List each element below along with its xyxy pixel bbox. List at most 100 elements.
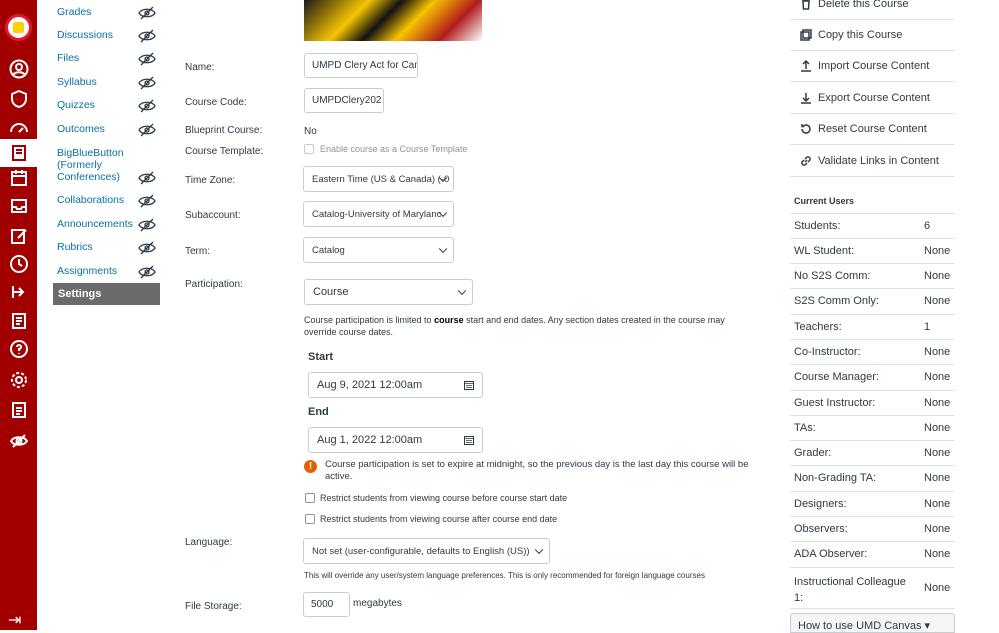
copy-course-label: Copy this Course	[818, 29, 903, 41]
course-nav-settings[interactable]: Settings	[53, 283, 160, 305]
file-storage-label: File Storage:	[185, 601, 242, 612]
admin-icon[interactable]	[0, 85, 37, 113]
export-content-link[interactable]: Export Course Content	[790, 83, 955, 114]
hidden-eye-icon	[138, 99, 156, 113]
link-icon	[801, 156, 811, 166]
hidden-eye-icon	[138, 194, 156, 208]
settings-gear-icon[interactable]	[0, 366, 37, 394]
logout-icon[interactable]	[0, 278, 37, 306]
file-storage-input[interactable]: 5000	[303, 592, 350, 617]
delete-course-link[interactable]: Delete this Course	[790, 0, 955, 20]
collapse-nav-icon[interactable]: ⇥	[8, 610, 21, 630]
end-date-value: Aug 1, 2022 12:00am	[317, 434, 423, 446]
language-label: Language:	[185, 537, 233, 548]
user-count: None	[924, 582, 951, 594]
calendar-icon[interactable]	[0, 164, 37, 192]
user-row: Instructional Colleague 1: None	[790, 567, 955, 609]
user-role: WL Student:	[794, 245, 855, 257]
blueprint-value: No	[304, 126, 317, 137]
reset-content-link[interactable]: Reset Course Content	[790, 114, 955, 145]
language-select[interactable]: Not set (user-configurable, defaults to …	[303, 538, 550, 564]
umd-logo[interactable]	[5, 14, 32, 41]
timezone-select[interactable]: Eastern Time (US & Canada) (-0	[303, 166, 454, 192]
edit-icon[interactable]	[0, 222, 37, 250]
user-role: Designers:	[794, 498, 847, 510]
user-count: None	[924, 447, 951, 459]
user-row: S2S Comm Only: None	[790, 288, 955, 314]
how-to-dropdown[interactable]: How to use UMD Canvas ▾	[790, 613, 955, 633]
reset-content-label: Reset Course Content	[818, 123, 927, 135]
course-code-input[interactable]: UMPDClery202	[304, 88, 384, 113]
subaccount-select[interactable]: Catalog-University of Marylanc	[303, 201, 454, 227]
start-date-input[interactable]: Aug 9, 2021 12:00am	[308, 372, 483, 398]
user-row: Guest Instructor: None	[790, 390, 955, 415]
current-users-title: Current Users	[794, 196, 855, 206]
copy-course-link[interactable]: Copy this Course	[790, 20, 955, 51]
upload-icon	[801, 60, 811, 72]
end-label: End	[308, 406, 329, 418]
hidden-eye-icon	[138, 76, 156, 90]
course-nav-bigbluebutton[interactable]: BigBlueButton (Formerly Conferences)	[57, 147, 127, 183]
hidden-eye-icon	[138, 6, 156, 20]
user-role: Observers:	[794, 523, 848, 535]
timezone-label: Time Zone:	[185, 175, 236, 186]
global-nav: ⇥	[0, 0, 37, 630]
course-name-input[interactable]: UMPD Clery Act for Can	[304, 53, 418, 78]
user-count: None	[924, 245, 951, 257]
file-storage-unit: megabytes	[353, 598, 402, 609]
language-note: This will override any user/system langu…	[304, 571, 705, 580]
history-icon[interactable]	[0, 250, 37, 278]
user-row: ADA Observer: None	[790, 541, 955, 567]
commons-icon[interactable]	[0, 307, 37, 335]
hidden-eye-icon	[138, 123, 156, 137]
user-row: Students: 6	[790, 213, 955, 238]
name-label: Name:	[185, 62, 215, 73]
validate-links-link[interactable]: Validate Links in Content	[790, 146, 955, 177]
hidden-eye-icon	[138, 241, 156, 255]
user-count: None	[924, 472, 951, 484]
user-role: Students:	[794, 220, 841, 232]
user-row: Designers: None	[790, 491, 955, 516]
end-date-input[interactable]: Aug 1, 2022 12:00am	[308, 427, 483, 453]
calendar-icon[interactable]	[464, 435, 474, 445]
hidden-eye-icon	[138, 29, 156, 43]
course-image[interactable]	[304, 0, 482, 41]
restrict-before-checkbox[interactable]	[305, 493, 315, 503]
start-label: Start	[308, 351, 334, 363]
import-content-label: Import Course Content	[818, 60, 930, 72]
dashboard-icon[interactable]	[0, 114, 37, 142]
calendar-icon[interactable]	[464, 380, 474, 390]
validate-links-label: Validate Links in Content	[818, 155, 939, 167]
account-icon[interactable]	[0, 55, 37, 83]
reset-icon	[801, 124, 811, 134]
restrict-after-checkbox[interactable]	[305, 514, 315, 524]
user-role: S2S Comm Only:	[794, 295, 879, 307]
term-select[interactable]: Catalog	[303, 237, 454, 263]
user-role: ADA Observer:	[794, 548, 868, 560]
export-content-label: Export Course Content	[818, 92, 930, 104]
start-date-value: Aug 9, 2021 12:00am	[317, 379, 423, 391]
user-row: TAs: None	[790, 415, 955, 440]
user-role: Grader:	[794, 447, 832, 459]
template-checkbox[interactable]	[304, 144, 314, 154]
participation-label: Participation:	[185, 279, 243, 290]
help-icon[interactable]	[0, 335, 37, 363]
inbox-icon[interactable]	[0, 192, 37, 220]
participation-select[interactable]: Course	[304, 279, 473, 305]
participation-note: Course participation is limited to cours…	[304, 315, 725, 337]
import-content-link[interactable]: Import Course Content	[790, 51, 955, 82]
user-role: Course Manager:	[794, 371, 879, 383]
hidden-eye-icon[interactable]	[0, 427, 37, 455]
user-row: No S2S Comm: None	[790, 263, 955, 288]
user-row: Grader: None	[790, 440, 955, 465]
delete-course-label: Delete this Course	[818, 0, 909, 10]
courses-icon[interactable]	[0, 139, 37, 167]
template-label: Course Template:	[185, 146, 264, 157]
user-role: Non-Grading TA:	[794, 472, 877, 484]
user-role: No S2S Comm:	[794, 270, 871, 282]
user-count: None	[924, 270, 951, 282]
user-count: None	[924, 523, 951, 535]
document-icon[interactable]	[0, 396, 37, 424]
user-count: None	[924, 397, 951, 409]
participation-warning: Course participation is set to expire at…	[325, 459, 749, 482]
